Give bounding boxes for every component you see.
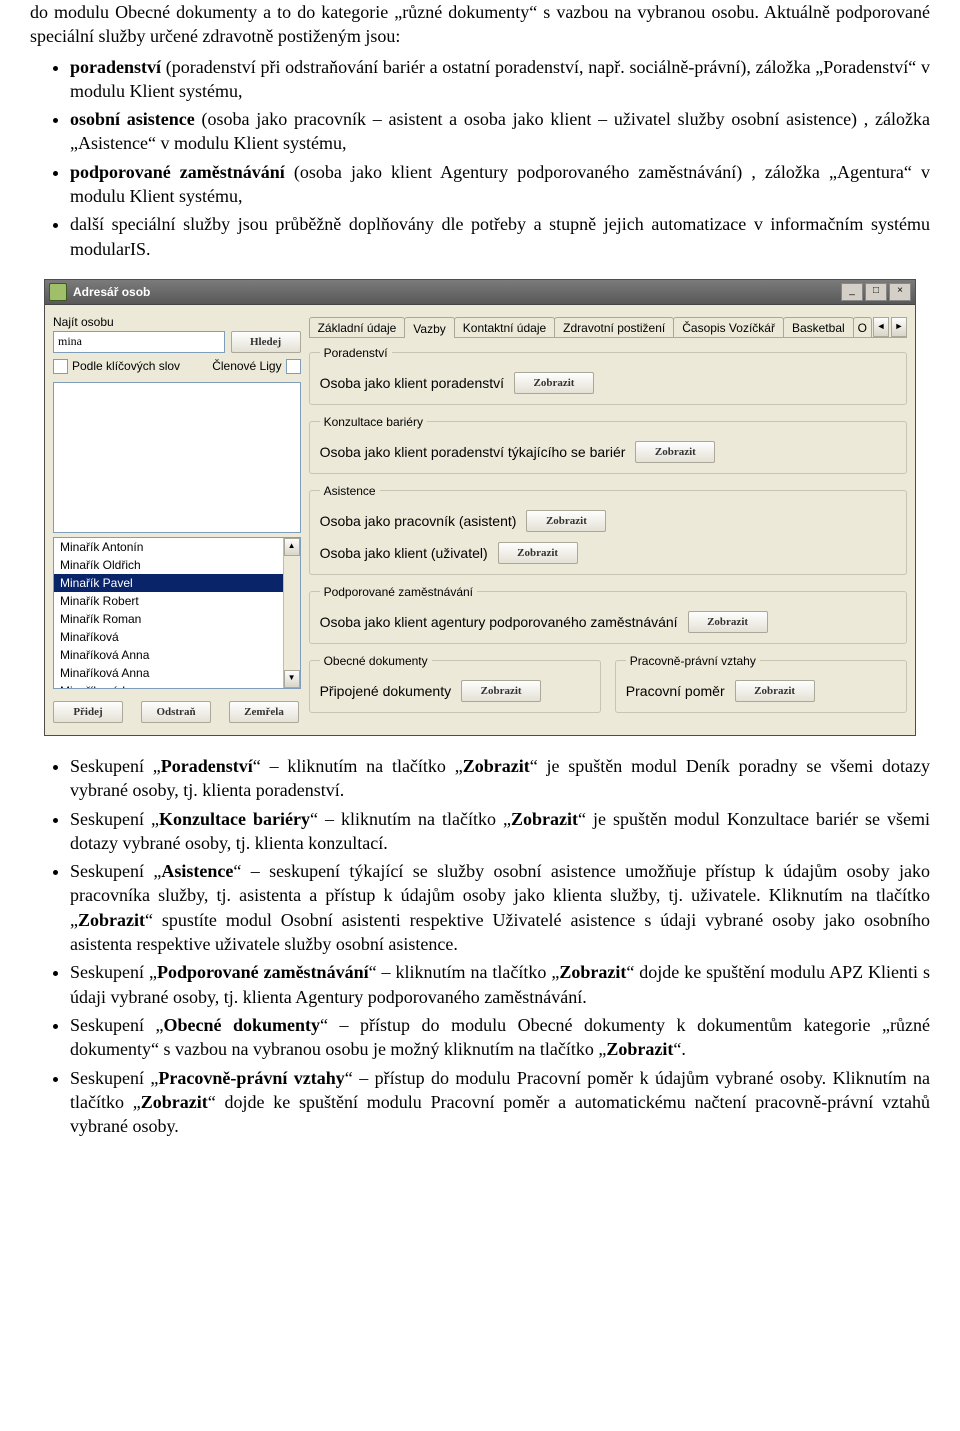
group-legend: Asistence xyxy=(320,484,380,498)
minimize-button[interactable]: _ xyxy=(841,283,863,301)
list-item: Seskupení „Pracovně-právní vztahy“ – pří… xyxy=(70,1066,930,1139)
tab-basketball[interactable]: Basketbal xyxy=(783,317,854,337)
person-listbox[interactable]: Minařík AntonínMinařík OldřichMinařík Pa… xyxy=(54,538,283,688)
group-konzultace: Konzultace bariéry Osoba jako klient por… xyxy=(309,415,907,474)
list-item[interactable]: Minařík Antonín xyxy=(54,538,283,556)
zobrazit-button[interactable]: Zobrazit xyxy=(514,372,594,394)
zobrazit-button[interactable]: Zobrazit xyxy=(635,441,715,463)
zobrazit-button[interactable]: Zobrazit xyxy=(688,611,768,633)
add-button[interactable]: Přidej xyxy=(53,701,123,723)
scroll-up-button[interactable]: ▲ xyxy=(284,538,300,556)
list-item[interactable]: Minaříková Anna xyxy=(54,646,283,664)
window-title: Adresář osob xyxy=(73,285,841,299)
group-podporovane: Podporované zaměstnávání Osoba jako klie… xyxy=(309,585,907,644)
doc-intro: do modulu Obecné dokumenty a to do kateg… xyxy=(30,0,930,49)
list-item: další speciální služby jsou průběžně dop… xyxy=(70,212,930,261)
tab-bar: Základní údaje Vazby Kontaktní údaje Zdr… xyxy=(309,315,907,338)
tab-vazby[interactable]: Vazby xyxy=(404,317,454,338)
list-item: poradenství (poradenství při odstraňován… xyxy=(70,55,930,104)
list-item[interactable]: Minařík Robert xyxy=(54,592,283,610)
group-pracovne-pravni: Pracovně-právní vztahy Pracovní poměr Zo… xyxy=(615,654,907,713)
list-item: Seskupení „Poradenství“ – kliknutím na t… xyxy=(70,754,930,803)
zobrazit-button[interactable]: Zobrazit xyxy=(461,680,541,702)
list-item[interactable]: Minařík Oldřich xyxy=(54,556,283,574)
list-item[interactable]: Minaříková Anna xyxy=(54,664,283,682)
list-item[interactable]: Minaříková xyxy=(54,628,283,646)
group-text: Pracovní poměr xyxy=(626,683,725,699)
filter-input[interactable] xyxy=(53,382,301,534)
list-item: Seskupení „Asistence“ – seskupení týkají… xyxy=(70,859,930,956)
maximize-button[interactable]: □ xyxy=(865,283,887,301)
members-label: Členové Ligy xyxy=(212,359,281,373)
top-bullet-list: poradenství (poradenství při odstraňován… xyxy=(30,55,930,261)
search-input[interactable] xyxy=(53,331,225,353)
tab-magazine[interactable]: Časopis Vozíčkář xyxy=(673,317,784,337)
titlebar: Adresář osob _ □ × xyxy=(45,280,915,305)
keywords-label: Podle klíčových slov xyxy=(72,359,180,373)
list-item: Seskupení „Podporované zaměstnávání“ – k… xyxy=(70,960,930,1009)
group-asistence: Asistence Osoba jako pracovník (asistent… xyxy=(309,484,907,575)
tab-contact[interactable]: Kontaktní údaje xyxy=(454,317,555,337)
list-item: Seskupení „Konzultace bariéry“ – kliknut… xyxy=(70,807,930,856)
group-text: Osoba jako klient poradenství týkajícího… xyxy=(320,444,626,460)
group-text: Osoba jako klient agentury podporovaného… xyxy=(320,614,678,630)
group-text: Osoba jako klient (uživatel) xyxy=(320,545,488,561)
group-text: Osoba jako pracovník (asistent) xyxy=(320,513,517,529)
tab-disability[interactable]: Zdravotní postižení xyxy=(554,317,674,337)
list-item[interactable]: Minaříková Iva xyxy=(54,682,283,688)
tab-more[interactable]: O xyxy=(853,317,872,337)
group-legend: Obecné dokumenty xyxy=(320,654,432,668)
group-legend: Pracovně-právní vztahy xyxy=(626,654,760,668)
remove-button[interactable]: Odstraň xyxy=(141,701,211,723)
app-icon xyxy=(49,283,67,301)
died-button[interactable]: Zemřela xyxy=(229,701,299,723)
group-text: Osoba jako klient poradenství xyxy=(320,375,504,391)
bottom-bullet-list: Seskupení „Poradenství“ – kliknutím na t… xyxy=(30,754,930,1138)
close-button[interactable]: × xyxy=(889,283,911,301)
zobrazit-button[interactable]: Zobrazit xyxy=(498,542,578,564)
list-item: podporované zaměstnávání (osoba jako kli… xyxy=(70,160,930,209)
group-poradenstvi: Poradenství Osoba jako klient poradenstv… xyxy=(309,346,907,405)
tab-scroll-left[interactable]: ◄ xyxy=(873,317,889,337)
group-obecne-dokumenty: Obecné dokumenty Připojené dokumenty Zob… xyxy=(309,654,601,713)
zobrazit-button[interactable]: Zobrazit xyxy=(526,510,606,532)
list-item: osobní asistence (osoba jako pracovník –… xyxy=(70,107,930,156)
app-window: Adresář osob _ □ × Najít osobu Hledej Po… xyxy=(44,279,916,736)
group-legend: Podporované zaměstnávání xyxy=(320,585,477,599)
list-item[interactable]: Minařík Pavel xyxy=(54,574,283,592)
scrollbar[interactable]: ▲ ▼ xyxy=(283,538,300,688)
list-item: Seskupení „Obecné dokumenty“ – přístup d… xyxy=(70,1013,930,1062)
members-checkbox[interactable] xyxy=(286,359,301,374)
group-legend: Konzultace bariéry xyxy=(320,415,427,429)
tab-scroll-right[interactable]: ► xyxy=(891,317,907,337)
zobrazit-button[interactable]: Zobrazit xyxy=(735,680,815,702)
tab-basic[interactable]: Základní údaje xyxy=(309,317,406,337)
group-legend: Poradenství xyxy=(320,346,392,360)
group-text: Připojené dokumenty xyxy=(320,683,452,699)
scroll-down-button[interactable]: ▼ xyxy=(284,670,300,688)
find-label: Najít osobu xyxy=(53,315,301,329)
search-button[interactable]: Hledej xyxy=(231,331,301,353)
keywords-checkbox[interactable] xyxy=(53,359,68,374)
list-item[interactable]: Minařík Roman xyxy=(54,610,283,628)
